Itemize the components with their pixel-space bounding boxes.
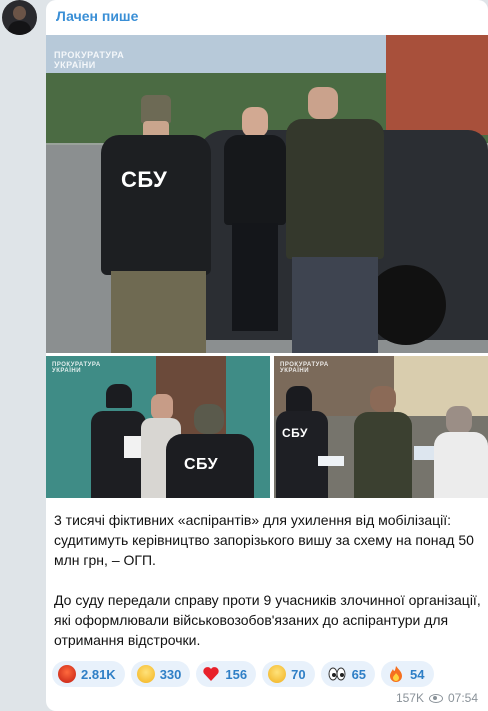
angry-face-icon (58, 665, 76, 683)
red-heart-icon (202, 665, 220, 683)
eye-icon (428, 693, 443, 703)
reaction-crying[interactable]: 70 (262, 661, 315, 687)
reaction-fire[interactable]: 54 (381, 661, 434, 687)
view-count: 157K (395, 691, 424, 705)
grinning-face-icon (136, 665, 155, 683)
reaction-count: 330 (159, 666, 182, 682)
post-paragraph-1: 3 тисячі фіктивних «аспірантів» для ухил… (54, 512, 474, 568)
photo-bottom-right[interactable]: СБУ ПРОКУРАТУРА УКРАЇНИ (274, 356, 488, 498)
reaction-count: 65 (351, 666, 367, 682)
reaction-heart[interactable]: 156 (196, 661, 257, 687)
post-paragraph-2: До суду передали справу проти 9 учасникі… (54, 592, 481, 648)
fire-icon (387, 665, 405, 683)
reaction-count: 70 (291, 666, 306, 682)
avatar-head (13, 6, 26, 20)
sbu-badge-main: СБУ (121, 167, 168, 192)
reaction-count: 156 (225, 666, 248, 682)
reaction-count: 2.81K (81, 666, 116, 682)
reactions-bar: 2.81K 330 156 70 65 54 (52, 661, 434, 687)
sbu-badge-left: СБУ (184, 456, 219, 473)
reaction-eyes[interactable]: 65 (320, 661, 376, 687)
photo-bottom-left[interactable]: СБУ ПРОКУРАТУРА УКРАЇНИ (46, 356, 270, 498)
avatar-body (8, 21, 31, 35)
reaction-count: 54 (410, 666, 425, 682)
reaction-angry[interactable]: 2.81K (52, 661, 125, 687)
message-meta: 157K 07:54 (396, 691, 478, 705)
reaction-grinning[interactable]: 330 (130, 661, 191, 687)
channel-avatar[interactable] (2, 0, 37, 35)
post-text: 3 тисячі фіктивних «аспірантів» для ухил… (54, 510, 484, 650)
crying-face-icon (268, 665, 287, 683)
message-time: 07:54 (447, 691, 478, 705)
photo-main[interactable]: СБУ ПРОКУРАТУРА УКРАЇНИ (46, 35, 488, 353)
watermark-main: ПРОКУРАТУРА УКРАЇНИ (54, 50, 125, 70)
watermark-right: ПРОКУРАТУРА УКРАЇНИ (280, 362, 329, 374)
sbu-badge-right: СБУ (282, 426, 308, 440)
eyes-icon (327, 665, 347, 683)
message-bubble: Лачен пише СБУ ПРОКУРАТУРА УКРАЇНИ СБУ П… (46, 0, 488, 711)
channel-name[interactable]: Лачен пише (56, 8, 138, 24)
watermark-left: ПРОКУРАТУРА УКРАЇНИ (52, 362, 101, 374)
